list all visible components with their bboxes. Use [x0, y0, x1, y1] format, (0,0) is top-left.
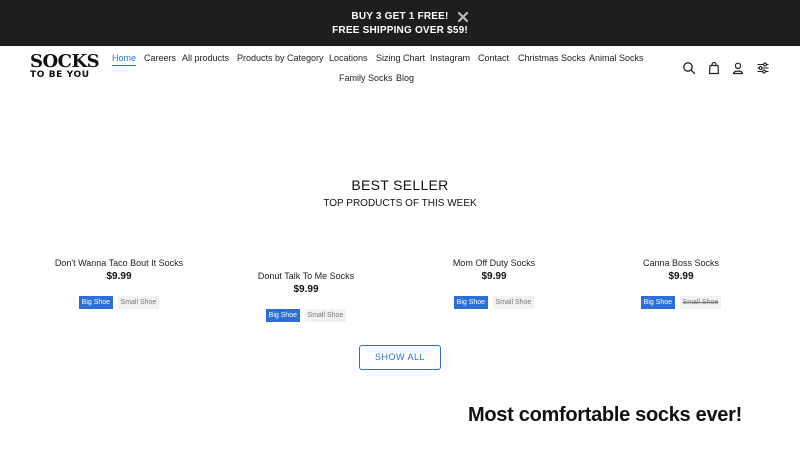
- product-price: $9.99: [293, 284, 319, 295]
- variant-small-shoe[interactable]: Small Shoe: [492, 296, 535, 309]
- variant-options: Big Shoe Small Shoe: [236, 304, 376, 322]
- variant-small-shoe-sold-out[interactable]: Small Shoe: [679, 296, 722, 309]
- search-icon[interactable]: [682, 61, 696, 75]
- nav-item-home[interactable]: Home: [112, 53, 137, 66]
- nav-row-secondary: Family Socks Blog: [0, 73, 800, 87]
- nav-item-products-by-category[interactable]: Products by Category: [237, 53, 324, 63]
- nav-item-all-products[interactable]: All products: [182, 53, 229, 63]
- variant-options: Big Shoe Small Shoe: [611, 291, 751, 309]
- show-all-button[interactable]: SHOW ALL: [359, 345, 441, 370]
- variant-options: Big Shoe Small Shoe: [49, 291, 189, 309]
- product-price: $9.99: [668, 271, 694, 282]
- nav-item-instagram[interactable]: Instagram: [430, 53, 470, 63]
- tagline-heading: Most comfortable socks ever!: [468, 404, 742, 426]
- section-subtitle: TOP PRODUCTS OF THIS WEEK: [323, 198, 477, 209]
- close-icon[interactable]: [456, 10, 470, 24]
- product-card[interactable]: Mom Off Duty Socks $9.99 Big Shoe Small …: [424, 257, 564, 309]
- variant-options: Big Shoe Small Shoe: [424, 291, 564, 309]
- settings-sliders-icon[interactable]: [756, 61, 770, 75]
- product-name[interactable]: Mom Off Duty Socks: [424, 257, 564, 269]
- account-icon[interactable]: [731, 61, 745, 75]
- variant-small-shoe[interactable]: Small Shoe: [304, 309, 347, 322]
- product-card[interactable]: Canna Boss Socks $9.99 Big Shoe Small Sh…: [611, 257, 751, 309]
- variant-big-shoe[interactable]: Big Shoe: [78, 296, 114, 309]
- variant-big-shoe[interactable]: Big Shoe: [640, 296, 676, 309]
- nav-item-blog[interactable]: Blog: [396, 73, 414, 83]
- promo-bar: BUY 3 GET 1 FREE! FREE SHIPPING OVER $59…: [0, 0, 800, 46]
- section-title: BEST SELLER: [351, 177, 449, 193]
- product-name[interactable]: Donut Talk To Me Socks: [236, 270, 376, 282]
- product-price: $9.99: [106, 271, 132, 282]
- nav-item-contact[interactable]: Contact: [478, 53, 509, 63]
- promo-text-shipping: FREE SHIPPING OVER $59!: [332, 25, 468, 36]
- promo-text-offer: BUY 3 GET 1 FREE!: [351, 11, 449, 22]
- nav-item-careers[interactable]: Careers: [144, 53, 176, 63]
- product-card[interactable]: Donut Talk To Me Socks $9.99 Big Shoe Sm…: [236, 270, 376, 322]
- variant-small-shoe[interactable]: Small Shoe: [117, 296, 160, 309]
- bag-icon[interactable]: [707, 61, 721, 75]
- nav-item-family-socks[interactable]: Family Socks: [339, 73, 393, 83]
- nav-item-animal-socks[interactable]: Animal Socks: [589, 53, 644, 63]
- product-price: $9.99: [481, 271, 507, 282]
- nav-item-christmas-socks[interactable]: Christmas Socks: [518, 53, 586, 63]
- product-name[interactable]: Canna Boss Socks: [611, 257, 751, 269]
- variant-big-shoe[interactable]: Big Shoe: [265, 309, 301, 322]
- nav-item-locations[interactable]: Locations: [329, 53, 368, 63]
- variant-big-shoe[interactable]: Big Shoe: [453, 296, 489, 309]
- nav-item-sizing-chart[interactable]: Sizing Chart: [376, 53, 425, 63]
- product-card[interactable]: Don't Wanna Taco Bout It Socks $9.99 Big…: [49, 257, 189, 309]
- product-name[interactable]: Don't Wanna Taco Bout It Socks: [49, 257, 189, 269]
- nav-row-primary: Home Careers All products Products by Ca…: [0, 53, 800, 67]
